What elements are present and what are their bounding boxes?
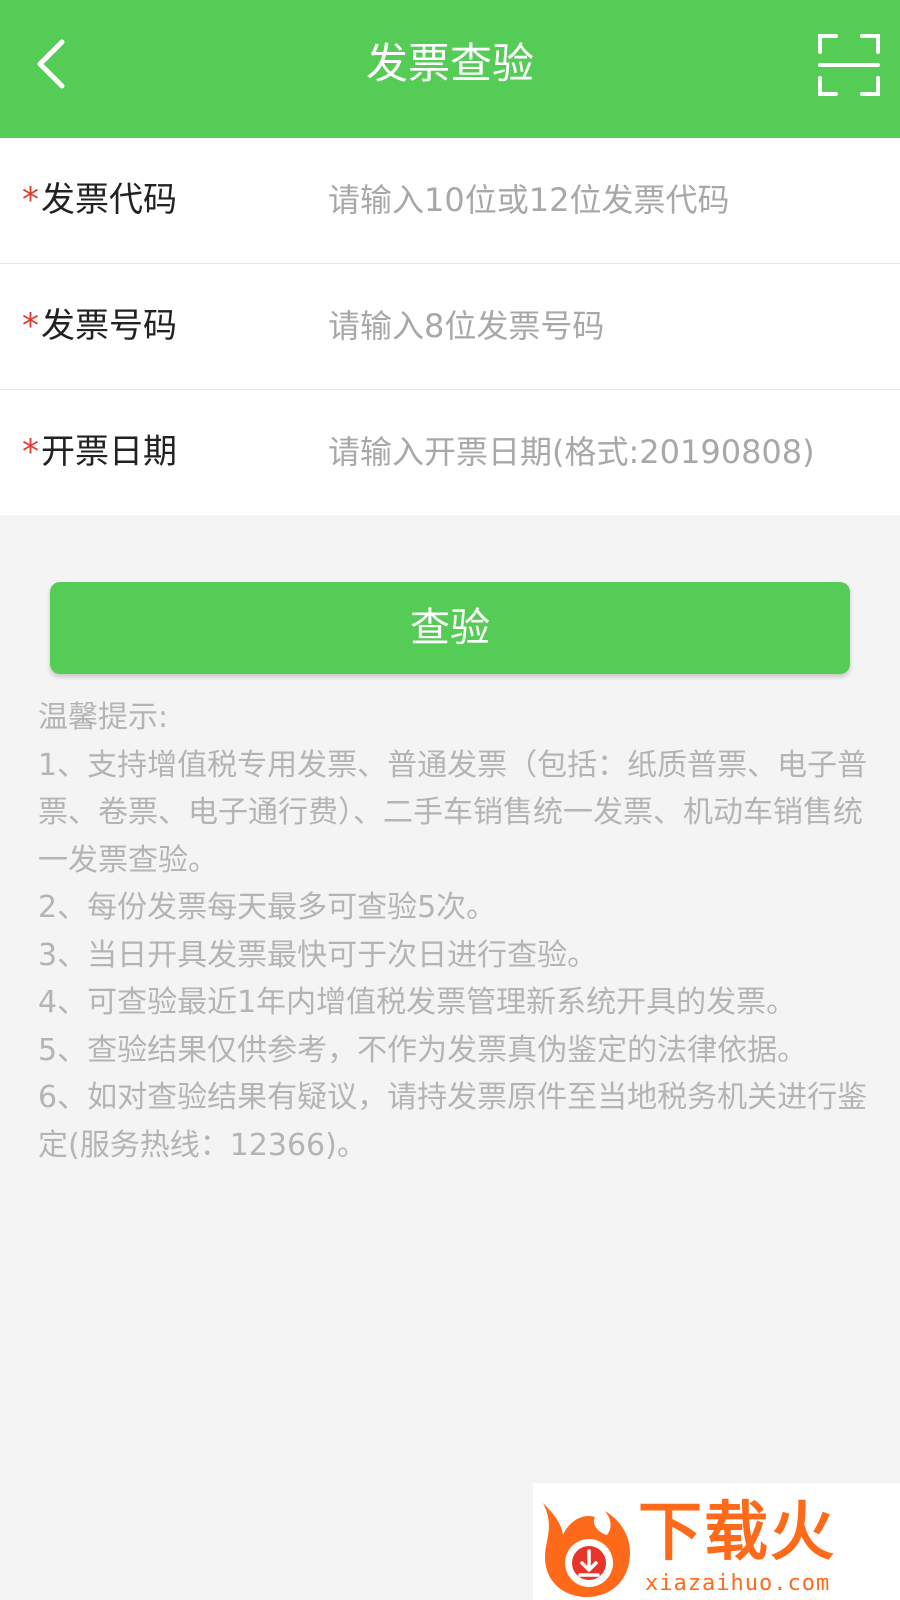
watermark-url: xiazaihuo.com <box>645 1571 831 1596</box>
invoice-form: *发票代码 *发票号码 *开票日期 <box>0 138 900 515</box>
page-title: 发票查验 <box>365 39 534 88</box>
invoice-code-input[interactable] <box>328 168 878 232</box>
invoice-number-label-text: 发票号码 <box>41 306 177 346</box>
tip-line: 5、查验结果仅供参考，不作为发票真伪鉴定的法律依据。 <box>38 1032 808 1068</box>
form-row-invoice-code: *发票代码 <box>0 138 900 264</box>
check-button[interactable]: 查验 <box>50 582 850 674</box>
form-row-invoice-number: *发票号码 <box>0 264 900 390</box>
flame-logo-icon <box>543 1503 630 1597</box>
tips-section: 温馨提示: 1、支持增值税专用发票、普通发票（包括：纸质普票、电子普票、卷票、电… <box>38 694 868 1169</box>
tip-line: 3、当日开具发票最快可于次日进行查验。 <box>38 937 598 973</box>
invoice-number-input[interactable] <box>328 294 878 358</box>
scan-button[interactable] <box>818 34 880 96</box>
watermark-text: 下载火 <box>638 1496 836 1570</box>
required-mark: * <box>22 306 39 346</box>
required-mark: * <box>22 432 39 472</box>
form-row-invoice-date: *开票日期 <box>0 390 900 515</box>
tip-line: 2、每份发票每天最多可查验5次。 <box>38 890 497 925</box>
top-bar: 发票查验 <box>0 0 900 138</box>
tip-line: 1、支持增值税专用发票、普通发票（包括：纸质普票、电子普票、卷票、电子通行费）、… <box>38 747 868 878</box>
invoice-code-label: *发票代码 <box>22 138 177 263</box>
tip-line: 6、如对查验结果有疑议，请持发票原件至当地税务机关进行鉴定(服务热线：12366… <box>38 1080 868 1163</box>
invoice-number-label: *发票号码 <box>22 264 177 389</box>
invoice-date-label-text: 开票日期 <box>41 432 177 472</box>
invoice-code-label-text: 发票代码 <box>41 180 177 220</box>
required-mark: * <box>22 180 39 220</box>
invoice-date-label: *开票日期 <box>22 390 177 515</box>
tips-title: 温馨提示: <box>38 700 169 735</box>
scan-icon <box>818 34 880 96</box>
tip-line: 4、可查验最近1年内增值税发票管理新系统开具的发票。 <box>38 985 797 1020</box>
invoice-date-input[interactable] <box>328 420 878 484</box>
watermark: 下载火 xiazaihuo.com <box>533 1483 900 1600</box>
